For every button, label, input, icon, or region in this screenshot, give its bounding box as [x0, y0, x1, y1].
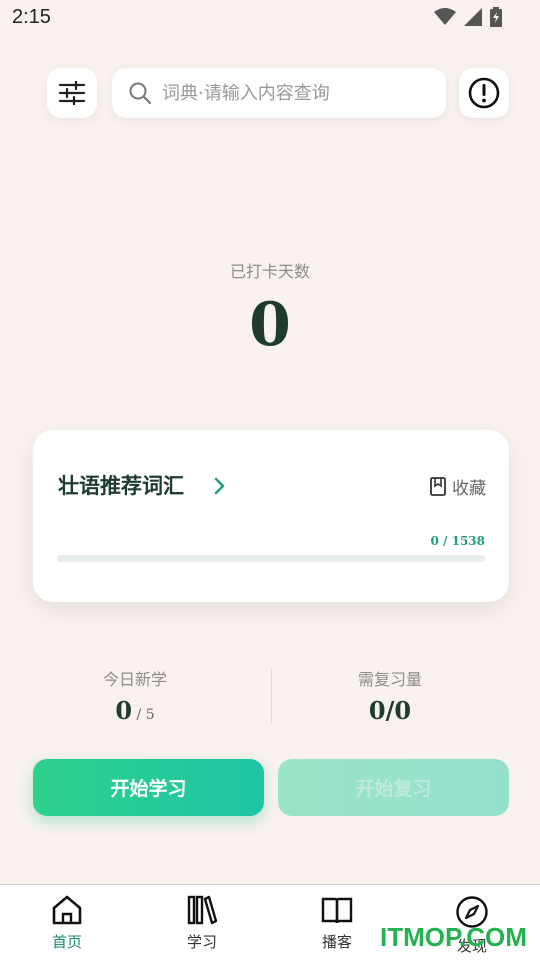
home-icon: [52, 895, 82, 925]
review-label: 需复习量: [357, 670, 422, 689]
watermark: ITMOP.COM: [380, 922, 527, 952]
filter-button[interactable]: [47, 68, 97, 118]
progress-text: 0 / 1538: [430, 534, 486, 548]
progress-bar: [57, 555, 485, 562]
wifi-icon: [434, 8, 456, 25]
chevron-right-icon[interactable]: [213, 476, 227, 496]
start-review-button[interactable]: 开始复习: [278, 759, 509, 816]
wordlist-title[interactable]: 壮语推荐词汇: [58, 470, 184, 500]
favorite-label: 收藏: [452, 479, 486, 499]
search-input[interactable]: [162, 82, 422, 104]
search-box[interactable]: [112, 68, 446, 118]
books-icon: [187, 895, 218, 925]
info-button[interactable]: [459, 68, 509, 118]
status-bar: 2:15: [0, 0, 540, 36]
start-learning-button[interactable]: 开始学习: [33, 759, 264, 816]
nav-podcast-label: 播客: [321, 933, 352, 951]
review-value: 0/0: [368, 696, 412, 725]
bookmark-icon: [430, 477, 446, 496]
nav-podcast[interactable]: 播客: [297, 895, 377, 952]
nav-home[interactable]: 首页: [27, 895, 107, 952]
today-new-stat: 今日新学 0 / 5: [17, 666, 253, 725]
status-icons: [434, 7, 502, 27]
today-new-goal: / 5: [132, 707, 155, 723]
nav-home-label: 首页: [51, 933, 82, 951]
signal-icon: [464, 8, 482, 26]
sliders-icon: [58, 81, 86, 105]
review-stat: 需复习量 0/0: [272, 666, 508, 725]
nav-study[interactable]: 学习: [162, 895, 242, 952]
nav-study-label: 学习: [186, 933, 217, 951]
checkin-days: 0: [249, 290, 291, 360]
today-new-label: 今日新学: [102, 670, 167, 689]
wordlist-card[interactable]: 壮语推荐词汇 收藏 0 / 1538: [33, 430, 509, 602]
alert-icon: [468, 77, 500, 109]
favorite-button[interactable]: 收藏: [430, 474, 486, 499]
today-new-value: 0: [115, 696, 133, 725]
open-book-icon: [321, 897, 353, 924]
checkin-label: 已打卡天数: [229, 262, 310, 281]
battery-icon: [490, 7, 502, 27]
search-icon: [129, 82, 152, 105]
status-time: 2:15: [12, 6, 51, 28]
